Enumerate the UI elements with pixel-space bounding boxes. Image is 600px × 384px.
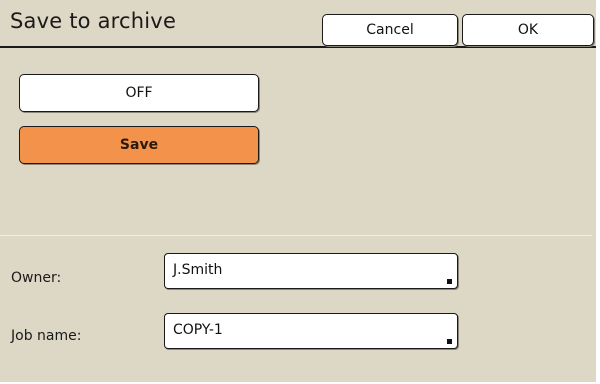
job-name-label: Job name: [11,328,82,344]
dialog-header: Save to archive Cancel OK [0,0,596,48]
save-option-button[interactable]: Save [19,126,259,164]
owner-label: Owner: [11,270,62,286]
input-marker-icon [447,339,452,344]
owner-value: J.Smith [173,262,223,278]
cancel-button[interactable]: Cancel [322,14,458,46]
section-divider [0,235,592,236]
save-to-archive-dialog: Save to archive Cancel OK OFF Save Owner… [0,0,600,384]
off-option-button[interactable]: OFF [19,74,259,112]
dialog-title: Save to archive [10,9,177,33]
ok-button[interactable]: OK [462,14,594,46]
job-name-input[interactable]: COPY-1 [164,313,458,349]
job-name-value: COPY-1 [173,322,223,338]
input-marker-icon [447,279,452,284]
owner-input[interactable]: J.Smith [164,253,458,289]
